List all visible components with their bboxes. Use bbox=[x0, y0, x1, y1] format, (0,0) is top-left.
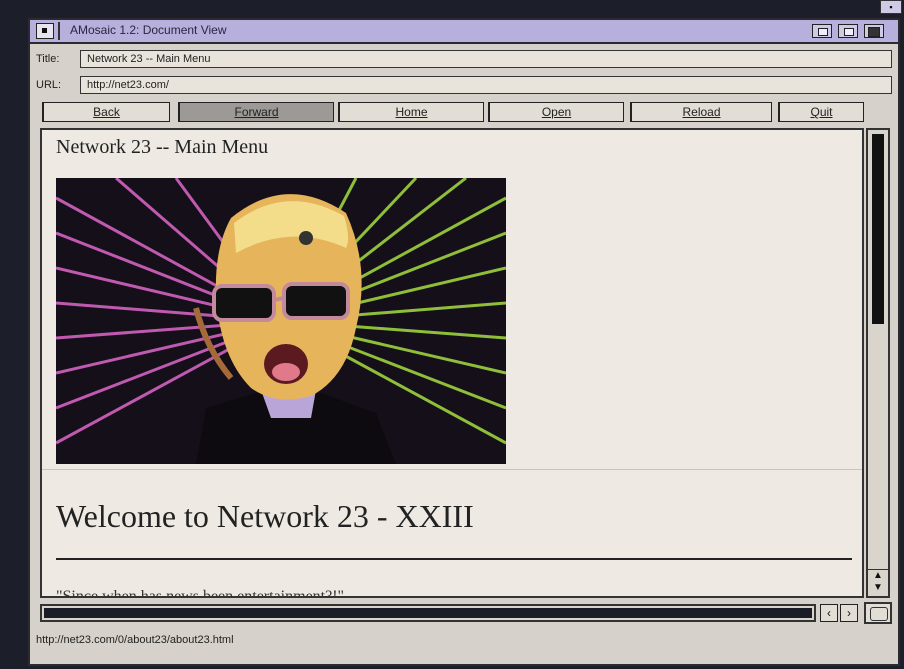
url-field[interactable]: http://net23.com/ bbox=[80, 76, 892, 94]
resize-gadget-icon[interactable] bbox=[864, 602, 892, 624]
horizontal-scroll-knob[interactable] bbox=[44, 608, 812, 618]
document-heading: Network 23 -- Main Menu bbox=[56, 136, 269, 158]
welcome-heading: Welcome to Network 23 - XXIII bbox=[56, 498, 474, 534]
divider bbox=[42, 469, 862, 470]
back-button[interactable]: Back bbox=[42, 102, 170, 122]
window-titlebar[interactable]: AMosaic 1.2: Document View bbox=[30, 20, 898, 44]
window-title: AMosaic 1.2: Document View bbox=[70, 23, 227, 37]
browser-window: AMosaic 1.2: Document View Title: Networ… bbox=[28, 18, 900, 666]
quote-text: "Since when has news been entertainment?… bbox=[56, 588, 345, 598]
reload-button[interactable]: Reload bbox=[630, 102, 772, 122]
titlebar-separator bbox=[58, 22, 60, 40]
document-view[interactable]: Network 23 -- Main Menu Welcome to Netwo… bbox=[40, 128, 864, 598]
title-row: Title: Network 23 -- Main Menu bbox=[36, 50, 892, 68]
home-button[interactable]: Home bbox=[338, 102, 484, 122]
vertical-scroll-knob[interactable] bbox=[872, 134, 884, 324]
toolbar: Back Forward Home Open Reload Quit bbox=[42, 102, 864, 122]
url-row: URL: http://net23.com/ bbox=[36, 76, 892, 94]
depth-icon[interactable] bbox=[864, 24, 884, 38]
quit-button[interactable]: Quit bbox=[778, 102, 864, 122]
scroll-left-icon[interactable]: ‹ bbox=[820, 604, 838, 622]
screen-depth-gadget[interactable]: ▪ bbox=[880, 0, 902, 14]
vertical-scrollbar[interactable]: ▲ ▼ bbox=[866, 128, 890, 598]
close-icon[interactable] bbox=[36, 23, 54, 39]
max-headroom-image bbox=[56, 178, 506, 464]
scroll-up-down-arrows-icon[interactable]: ▲ ▼ bbox=[868, 569, 888, 596]
iconify-icon[interactable] bbox=[812, 24, 832, 38]
horizontal-rule bbox=[56, 558, 852, 560]
url-label: URL: bbox=[36, 79, 62, 91]
open-button[interactable]: Open bbox=[488, 102, 624, 122]
forward-button[interactable]: Forward bbox=[178, 102, 334, 122]
title-label: Title: bbox=[36, 53, 60, 65]
horizontal-scrollbar[interactable] bbox=[40, 604, 816, 622]
scroll-right-icon[interactable]: › bbox=[840, 604, 858, 622]
status-bar: http://net23.com/0/about23/about23.html bbox=[36, 634, 234, 646]
zoom-icon[interactable] bbox=[838, 24, 858, 38]
title-field[interactable]: Network 23 -- Main Menu bbox=[80, 50, 892, 68]
